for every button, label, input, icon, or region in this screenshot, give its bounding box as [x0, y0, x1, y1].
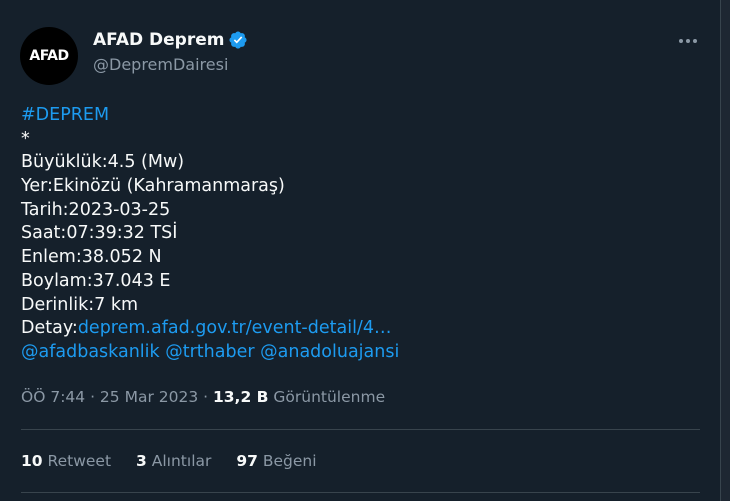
retweets-count: 10 — [21, 452, 43, 470]
tweet-line-depth: Derinlik:7 km — [21, 294, 139, 315]
tweet-line-star: * — [21, 128, 30, 149]
author-handle[interactable]: @DepremDairesi — [93, 55, 228, 74]
tweet-date[interactable]: 25 Mar 2023 — [100, 388, 198, 406]
tweet-text: #DEPREM * Büyüklük:4.5 (Mw) Yer:Ekinözü … — [21, 104, 399, 365]
meta-separator: · — [85, 388, 100, 406]
tweet-card: AFAD AFAD Deprem @DepremDairesi #DEPREM … — [0, 0, 721, 501]
tweet-line-magnitude: Büyüklük:4.5 (Mw) — [21, 152, 185, 173]
likes-count: 97 — [236, 452, 258, 470]
divider — [21, 429, 700, 430]
tweet-line-latitude: Enlem:38.052 N — [21, 247, 162, 268]
quotes-stat[interactable]: 3 Alıntılar — [136, 452, 211, 470]
views-label: Görüntülenme — [273, 388, 386, 406]
avatar[interactable]: AFAD — [20, 27, 78, 85]
retweets-stat[interactable]: 10 Retweet — [21, 452, 111, 470]
tweet-line-date: Tarih:2023-03-25 — [21, 199, 171, 220]
author-name[interactable]: AFAD Deprem — [93, 30, 224, 50]
quotes-count: 3 — [136, 452, 147, 470]
scrollbar[interactable] — [721, 0, 730, 501]
engagement-stats: 10 Retweet 3 Alıntılar 97 Beğeni — [21, 452, 317, 470]
divider — [21, 492, 700, 493]
detail-link[interactable]: deprem.afad.gov.tr/event-detail/4… — [78, 318, 392, 338]
views-count: 13,2 B — [212, 388, 269, 406]
likes-stat[interactable]: 97 Beğeni — [236, 452, 316, 470]
tweet-line-location: Yer:Ekinözü (Kahramanmaraş) — [21, 176, 285, 197]
retweets-label: Retweet — [47, 452, 112, 470]
tweet-line-longitude: Boylam:37.043 E — [21, 270, 171, 291]
author-name-row: AFAD Deprem — [93, 30, 248, 50]
tweet-line-time: Saat:07:39:32 TSİ — [21, 223, 178, 244]
mention-trthaber[interactable]: @trthaber — [165, 342, 254, 362]
more-options-icon[interactable] — [675, 30, 701, 52]
quotes-label: Alıntılar — [151, 452, 212, 470]
avatar-logo-text: AFAD — [29, 48, 69, 64]
tweet-time[interactable]: ÖÖ 7:44 — [21, 388, 85, 406]
tweet-meta: ÖÖ 7:44 · 25 Mar 2023 · 13,2 B Görüntüle… — [21, 388, 385, 406]
detail-label: Detay: — [21, 318, 78, 339]
mention-afadbaskanlik[interactable]: @afadbaskanlik — [21, 342, 160, 362]
likes-label: Beğeni — [262, 452, 317, 470]
hashtag-link[interactable]: #DEPREM — [21, 105, 109, 125]
meta-separator: · — [198, 388, 213, 406]
verified-badge-icon — [229, 31, 247, 49]
mention-anadoluajansi[interactable]: @anadoluajansi — [260, 342, 399, 362]
